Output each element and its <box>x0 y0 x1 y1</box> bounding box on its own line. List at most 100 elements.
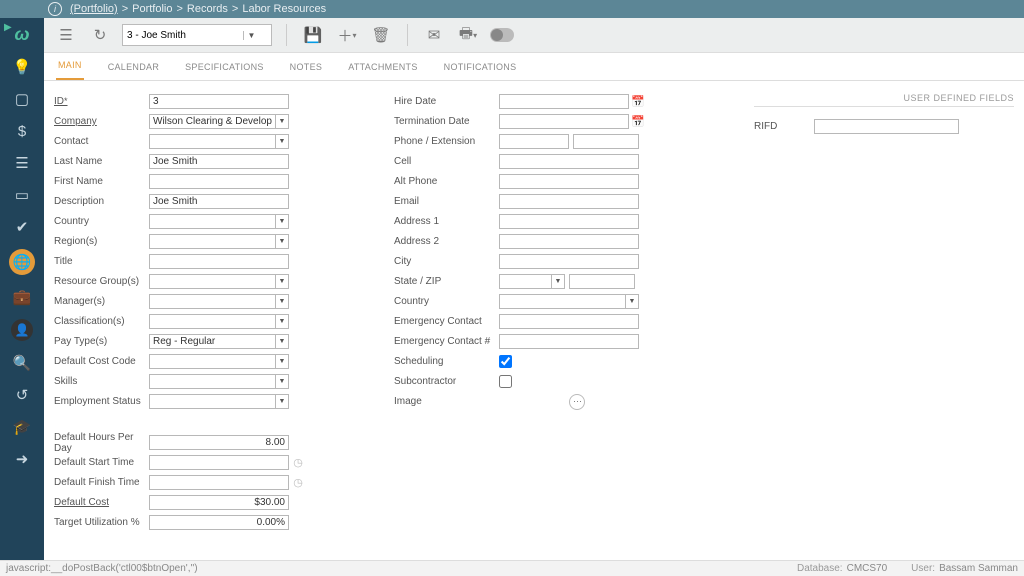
label-company[interactable]: Company <box>54 116 149 127</box>
input-hire-date[interactable] <box>499 94 629 109</box>
input-managers[interactable] <box>149 294 275 309</box>
tablet-icon[interactable]: ▭ <box>12 185 32 205</box>
input-email[interactable] <box>499 194 639 209</box>
clock-icon[interactable]: ◷ <box>291 475 305 490</box>
calendar-icon[interactable]: 📅 <box>631 114 645 129</box>
regions-dropdown-icon[interactable]: ▼ <box>275 234 289 249</box>
input-default-start[interactable] <box>149 455 289 470</box>
label-default-cost[interactable]: Default Cost <box>54 497 149 508</box>
input-classifications[interactable] <box>149 314 275 329</box>
input-contact[interactable] <box>149 134 275 149</box>
empstatus-dropdown-icon[interactable]: ▼ <box>275 394 289 409</box>
input-address1[interactable] <box>499 214 639 229</box>
dollar-icon[interactable]: $ <box>12 121 32 141</box>
input-paytypes[interactable] <box>149 334 275 349</box>
clock-icon[interactable]: ◷ <box>291 455 305 470</box>
avatar-icon[interactable]: 👤 <box>11 319 33 341</box>
input-default-cost[interactable] <box>149 495 289 510</box>
input-lastname[interactable] <box>149 154 289 169</box>
company-dropdown-icon[interactable]: ▼ <box>275 114 289 129</box>
input-phone[interactable] <box>499 134 569 149</box>
input-default-cost-code[interactable] <box>149 354 275 369</box>
tab-notifications[interactable]: NOTIFICATIONS <box>442 54 519 80</box>
input-description[interactable] <box>149 194 289 209</box>
toggle-switch[interactable] <box>490 23 514 47</box>
input-address2[interactable] <box>499 234 639 249</box>
contact-dropdown-icon[interactable]: ▼ <box>275 134 289 149</box>
input-rifd[interactable] <box>814 119 959 134</box>
input-empstatus[interactable] <box>149 394 275 409</box>
tab-specifications[interactable]: SPECIFICATIONS <box>183 54 266 80</box>
breadcrumb-records[interactable]: Records <box>187 3 228 15</box>
input-default-hours[interactable] <box>149 435 289 450</box>
input-default-finish[interactable] <box>149 475 289 490</box>
label-emerg-contact-num: Emergency Contact # <box>394 336 499 347</box>
input-resource-groups[interactable] <box>149 274 275 289</box>
sidebar-expand-icon[interactable]: ▶ <box>4 22 12 33</box>
save-icon[interactable]: 💾 <box>301 23 325 47</box>
record-selector[interactable]: ▼ <box>122 24 272 46</box>
chevron-down-icon[interactable]: ▼ <box>243 31 259 40</box>
class-dropdown-icon[interactable]: ▼ <box>275 314 289 329</box>
image-more-icon[interactable]: ⋯ <box>569 394 585 410</box>
add-icon[interactable]: ＋▾ <box>335 23 359 47</box>
input-city[interactable] <box>499 254 639 269</box>
mail-icon[interactable]: ✉ <box>422 23 446 47</box>
briefcase-icon[interactable]: 💼 <box>12 287 32 307</box>
checkbox-scheduling[interactable] <box>499 355 512 368</box>
search-icon[interactable]: 🔍 <box>12 353 32 373</box>
globe-icon[interactable]: 🌐 <box>9 249 35 275</box>
country2-dropdown-icon[interactable]: ▼ <box>625 294 639 309</box>
app-logo[interactable]: ω <box>14 24 29 45</box>
input-alt-phone[interactable] <box>499 174 639 189</box>
state-dropdown-icon[interactable]: ▼ <box>551 274 565 289</box>
clipboard-icon[interactable]: ▢ <box>12 89 32 109</box>
tab-main[interactable]: MAIN <box>56 52 84 80</box>
info-icon[interactable]: i <box>48 2 62 16</box>
tab-calendar[interactable]: CALENDAR <box>106 54 161 80</box>
refresh-icon[interactable]: ↻ <box>88 23 112 47</box>
input-skills[interactable] <box>149 374 275 389</box>
list-icon[interactable]: ☰ <box>54 23 78 47</box>
input-cell[interactable] <box>499 154 639 169</box>
breadcrumb-portfolio-link[interactable]: (Portfolio) <box>70 3 118 15</box>
input-country2[interactable] <box>499 294 625 309</box>
managers-dropdown-icon[interactable]: ▼ <box>275 294 289 309</box>
input-id[interactable] <box>149 94 289 109</box>
resgrp-dropdown-icon[interactable]: ▼ <box>275 274 289 289</box>
record-selector-input[interactable] <box>123 30 243 41</box>
input-firstname[interactable] <box>149 174 289 189</box>
paytype-dropdown-icon[interactable]: ▼ <box>275 334 289 349</box>
check-icon[interactable]: ✔ <box>12 217 32 237</box>
input-country[interactable] <box>149 214 275 229</box>
bars-icon[interactable]: ☰ <box>12 153 32 173</box>
input-emerg-contact-num[interactable] <box>499 334 639 349</box>
print-icon[interactable]: 🖶▾ <box>456 23 480 47</box>
input-extension[interactable] <box>573 134 639 149</box>
tab-attachments[interactable]: ATTACHMENTS <box>346 54 419 80</box>
breadcrumb-portfolio[interactable]: Portfolio <box>132 3 172 15</box>
tab-notes[interactable]: NOTES <box>288 54 325 80</box>
input-title[interactable] <box>149 254 289 269</box>
delete-icon[interactable]: 🗑 <box>369 23 393 47</box>
status-user-value: Bassam Samman <box>939 563 1018 574</box>
input-zip[interactable] <box>569 274 635 289</box>
toolbar-sep <box>407 24 408 46</box>
skills-dropdown-icon[interactable]: ▼ <box>275 374 289 389</box>
input-regions[interactable] <box>149 234 275 249</box>
input-emerg-contact[interactable] <box>499 314 639 329</box>
defcc-dropdown-icon[interactable]: ▼ <box>275 354 289 369</box>
logout-icon[interactable]: ➜ <box>12 449 32 469</box>
input-state[interactable] <box>499 274 551 289</box>
grad-cap-icon[interactable]: 🎓 <box>12 417 32 437</box>
status-user-label: User: <box>911 563 935 574</box>
history-icon[interactable]: ↺ <box>12 385 32 405</box>
calendar-icon[interactable]: 📅 <box>631 94 645 109</box>
input-term-date[interactable] <box>499 114 629 129</box>
bulb-icon[interactable]: 💡 <box>12 57 32 77</box>
country-dropdown-icon[interactable]: ▼ <box>275 214 289 229</box>
checkbox-subcontractor[interactable] <box>499 375 512 388</box>
input-target-util[interactable] <box>149 515 289 530</box>
input-company[interactable] <box>149 114 275 129</box>
label-contact: Contact <box>54 136 149 147</box>
